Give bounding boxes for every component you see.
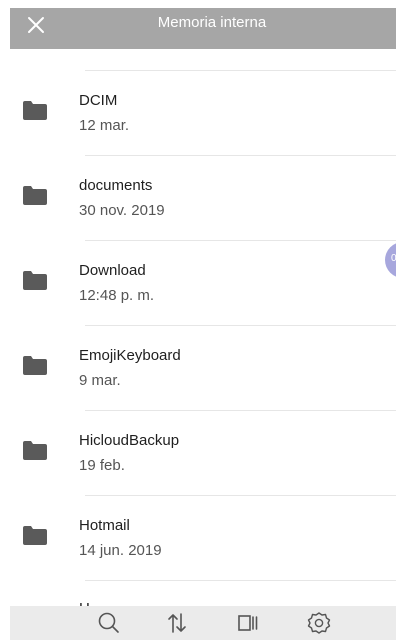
folder-icon [23,186,47,205]
list-item-date: 19 feb. [79,457,125,474]
list-item-name: documents [79,177,153,194]
list-item-name: Download [79,262,146,279]
settings-icon [307,612,331,634]
search-icon [98,612,119,633]
list-item-date: 12:48 p. m. [79,287,155,304]
search-button[interactable] [95,610,123,636]
header-title-text: Memoria interna [157,14,267,31]
list-item[interactable]: HicloudBackup 19 feb. [10,410,396,495]
view-mode-button[interactable] [234,610,262,636]
folder-icon [23,101,47,120]
sort-icon [168,613,186,633]
bottom-toolbar [10,606,396,640]
view-mode-icon [238,615,258,631]
list-item-name: DCIM [79,92,118,109]
file-picker-screen: Memoria interna - DCIM 12 mar. documents… [0,0,396,640]
left-edge [0,0,10,640]
list-item-date: 9 mar. [79,372,121,389]
list-item-name: Hotmail [79,517,130,534]
list-item-date: 30 nov. 2019 [79,202,165,219]
folder-list[interactable]: - DCIM 12 mar. documents 30 nov. 2019 Do… [10,49,396,606]
list-item[interactable]: DCIM 12 mar. [10,70,396,155]
list-item[interactable]: Download 12:48 p. m. [10,240,396,325]
fast-scroll-label: 0 [391,253,396,264]
folder-icon [23,271,47,290]
list-item-date: 14 jun. 2019 [79,542,162,559]
list-divider [85,580,396,581]
folder-icon [23,356,47,375]
header-title: Memoria interna [10,8,396,38]
header-bar: Memoria interna [10,8,396,49]
list-item[interactable]: documents 30 nov. 2019 [10,155,396,240]
settings-button[interactable] [305,610,333,636]
list-item-name: EmojiKeyboard [79,347,181,364]
sort-button[interactable] [163,610,191,636]
folder-icon [23,526,47,545]
partial-list-item-top: - [76,49,81,54]
folder-icon [23,441,47,460]
list-item[interactable]: EmojiKeyboard 9 mar. [10,325,396,410]
list-item[interactable]: Hotmail 14 jun. 2019 [10,495,396,580]
list-item-name: HicloudBackup [79,432,180,449]
list-item-date: 12 mar. [79,117,130,134]
